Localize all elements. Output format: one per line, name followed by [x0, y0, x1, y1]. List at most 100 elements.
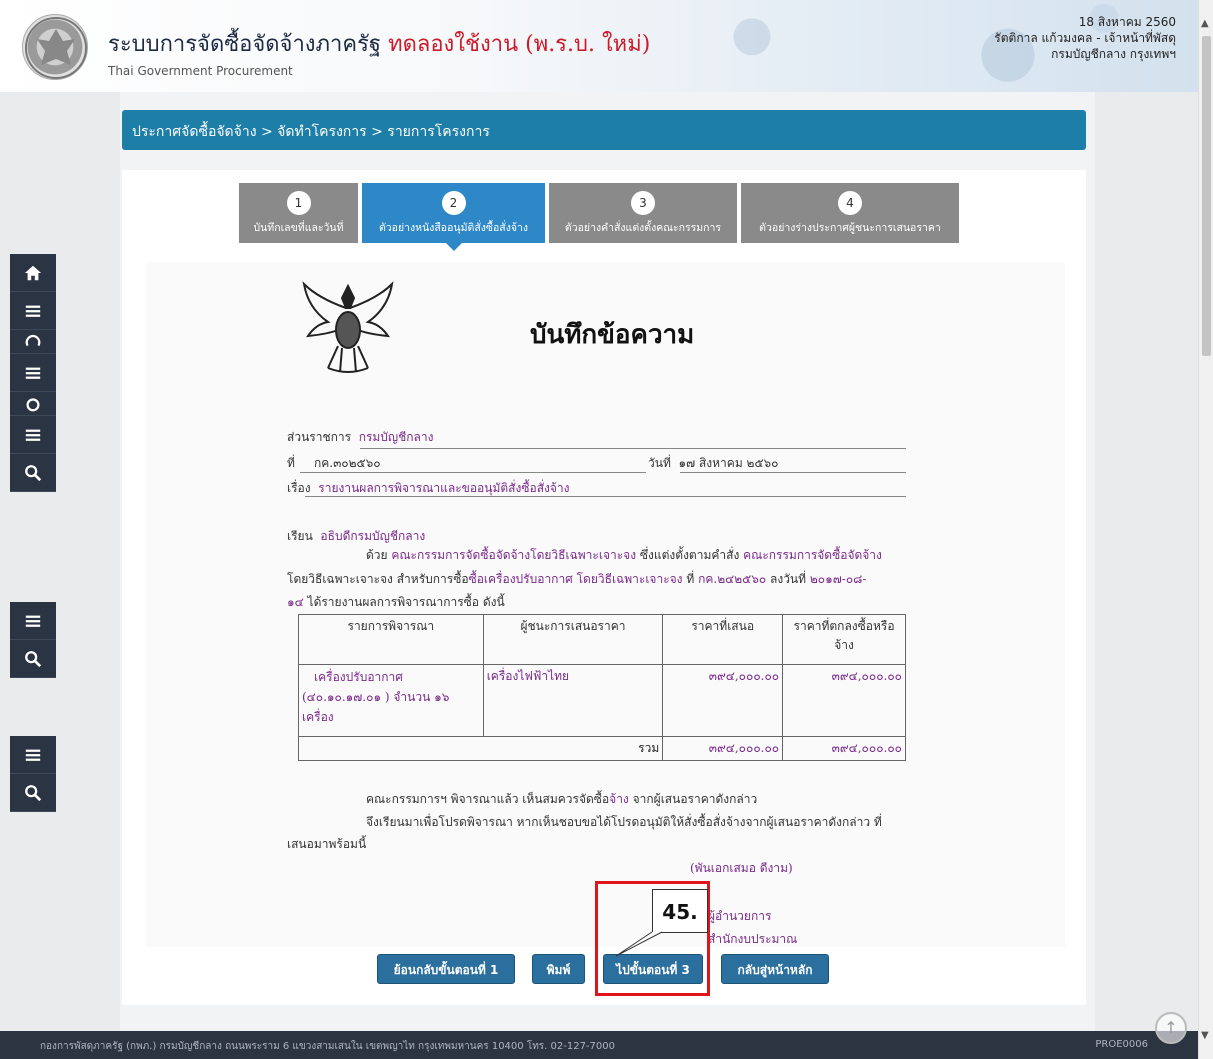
- body-text: โดยวิธีเฉพาะเจาะจง สำหรับการซื้อ: [287, 572, 469, 586]
- date-field: วันที่ ๑๗ สิงหาคม ๒๕๖๐: [648, 454, 778, 473]
- underline: [680, 472, 906, 473]
- scroll-to-top-icon[interactable]: ↑: [1155, 1012, 1187, 1044]
- menu-icon[interactable]: [10, 292, 56, 330]
- body-value: กค.๒๔๒๕๖๐: [698, 572, 767, 586]
- scroll-down-icon[interactable]: ▼: [1201, 1030, 1209, 1041]
- number-value: กค.๓๐๒๕๖๐: [314, 456, 381, 470]
- table-header-row: รายการพิจารณา ผู้ชนะการเสนอราคา ราคาที่เ…: [298, 614, 906, 665]
- underline: [305, 496, 906, 497]
- table-header: ราคาที่เสนอ: [662, 614, 784, 665]
- to-value: อธิบดีกรมบัญชีกลาง: [320, 529, 426, 543]
- print-button[interactable]: พิมพ์: [532, 954, 585, 984]
- left-dock-group-2: [10, 602, 56, 678]
- body-text: ด้วย: [366, 548, 388, 562]
- table-cell-agreed: ๓๙๔,๐๐๐.๐๐: [782, 664, 906, 737]
- body-text: ซึ่งแต่งตั้งตามคำสั่ง: [639, 548, 740, 562]
- step-tab-2[interactable]: 2 ตัวอย่างหนังสืออนุมัติสั่งซื้อสั่งจ้าง: [362, 183, 545, 251]
- body-text: ที่: [686, 572, 695, 586]
- number-label: ที่: [287, 456, 295, 470]
- search-icon[interactable]: [10, 774, 56, 812]
- underline: [360, 448, 906, 449]
- page-footer: กองการพัสดุภาครัฐ (กพภ.) กรมบัญชีกลาง ถน…: [0, 1031, 1198, 1059]
- circle-icon[interactable]: [10, 392, 56, 416]
- signer-position-value: ผู้อำนวยการ: [708, 909, 772, 923]
- body-value: คณะกรรมการจัดซื้อจัดจ้าง: [743, 548, 882, 562]
- table-header: ราคาที่ตกลงซื้อหรือจ้าง: [782, 614, 906, 665]
- table-total-agreed: ๓๙๔,๐๐๐.๐๐: [782, 736, 906, 761]
- menu-icon[interactable]: [10, 736, 56, 774]
- menu-icon[interactable]: [10, 416, 56, 454]
- breadcrumb-text[interactable]: ประกาศจัดซื้อจัดจ้าง > จัดทำโครงการ > รา…: [132, 124, 490, 140]
- step-number: 1: [286, 191, 311, 215]
- conclusion-line-3: เสนอมาพร้อมนี้: [287, 837, 367, 851]
- conclusion-text: คณะกรรมการฯ พิจารณาแล้ว เห็นสมควรจัดซื้อ: [366, 792, 610, 806]
- garuda-seal-icon: [302, 281, 394, 373]
- search-icon[interactable]: [10, 454, 56, 492]
- page-code: PROE0006: [1095, 1039, 1148, 1050]
- home-icon[interactable]: [10, 254, 56, 292]
- step-number: 2: [441, 191, 466, 215]
- step-label: ตัวอย่างคำสั่งแต่งตั้งคณะกรรมการ: [564, 222, 722, 234]
- page-scrollbar[interactable]: ▲ ▼: [1198, 0, 1213, 1059]
- number-field: ที่ กค.๓๐๒๕๖๐: [287, 454, 381, 473]
- site-title: ระบบการจัดซื้อจัดจ้างภาครัฐ ทดลองใช้งาน …: [108, 26, 650, 61]
- dept-value: กรมบัญชีกลาง: [358, 430, 434, 444]
- conclusion-line-1: คณะกรรมการฯ พิจารณาแล้ว เห็นสมควรจัดซื้อ…: [366, 789, 926, 809]
- garuda-logo: [22, 14, 88, 80]
- table-total-row: รวม ๓๙๔,๐๐๐.๐๐ ๓๙๔,๐๐๐.๐๐: [297, 736, 906, 761]
- back-step-1-button[interactable]: ย้อนกลับขั้นตอนที่ 1: [377, 954, 515, 984]
- body-text: ลงวันที่: [769, 572, 807, 586]
- signer-position-value: สำนักงบประมาณ: [708, 932, 798, 946]
- signer-position-1: ผู้อำนวยการ: [708, 906, 771, 926]
- breadcrumb: ประกาศจัดซื้อจัดจ้าง > จัดทำโครงการ > รา…: [122, 110, 1086, 150]
- search-icon[interactable]: [10, 640, 56, 678]
- body-value: ๒๐๑๗-๐๘-: [809, 572, 867, 586]
- scrollbar-thumb[interactable]: [1202, 36, 1211, 356]
- item-line: เครื่องปรับอากาศ: [314, 670, 403, 684]
- date-label: วันที่: [648, 456, 671, 470]
- underline: [300, 472, 646, 473]
- site-title-trial: ทดลองใช้งาน (พ.ร.บ. ใหม่): [388, 32, 651, 57]
- annotation-label: 45.: [652, 889, 708, 933]
- items-table: รายการพิจารณา ผู้ชนะการเสนอราคา ราคาที่เ…: [297, 614, 906, 761]
- footer-address: กองการพัสดุภาครัฐ (กพภ.) กรมบัญชีกลาง ถน…: [40, 1041, 615, 1052]
- table-cell-winner: เครื่องไฟฟ้าไทย: [482, 664, 664, 737]
- garuda-emblem-icon: [25, 17, 87, 79]
- body-line-1: ด้วย คณะกรรมการจัดซื้อจัดจ้างโดยวิธีเฉพา…: [366, 545, 926, 565]
- table-total-offer: ๓๙๔,๐๐๐.๐๐: [662, 736, 784, 761]
- step-tabs: 1 บันทึกเลขที่และวันที่ 2 ตัวอย่างหนังสื…: [239, 183, 959, 251]
- app-header: ระบบการจัดซื้อจัดจ้างภาครัฐ ทดลองใช้งาน …: [0, 0, 1200, 92]
- table-header: ผู้ชนะการเสนอราคา: [482, 614, 664, 665]
- home-button[interactable]: กลับสู่หน้าหลัก: [721, 954, 829, 984]
- user-name[interactable]: รัตติกาล แก้วมงคล - เจ้าหน้าที่พัสดุ: [994, 30, 1176, 46]
- scroll-up-icon[interactable]: ▲: [1201, 18, 1209, 29]
- step-tab-1[interactable]: 1 บันทึกเลขที่และวันที่: [239, 183, 358, 243]
- step-number: 4: [838, 191, 862, 215]
- menu-icon[interactable]: [10, 354, 56, 392]
- body-text: ได้รายงานผลการพิจารณาการซื้อ ดังนี้: [307, 595, 505, 609]
- item-line: (๔๐.๑๐.๑๗.๐๑ ) จำนวน ๑๖: [302, 690, 450, 704]
- table-header: รายการพิจารณา: [298, 614, 484, 665]
- body-value: คณะกรรมการจัดซื้อจัดจ้างโดยวิธีเฉพาะเจาะ…: [391, 548, 637, 562]
- site-title-main: ระบบการจัดซื้อจัดจ้างภาครัฐ: [108, 32, 382, 57]
- step-label: ตัวอย่างร่างประกาศผู้ชนะการเสนอราคา: [759, 222, 941, 234]
- body-value: ซื้อเครื่องปรับอากาศ โดยวิธีเฉพาะเจาะจง: [468, 572, 683, 586]
- step-tab-3[interactable]: 3 ตัวอย่างคำสั่งแต่งตั้งคณะกรรมการ: [549, 183, 737, 243]
- table-cell-item: เครื่องปรับอากาศ (๔๐.๑๐.๑๗.๐๑ ) จำนวน ๑๖…: [298, 664, 484, 737]
- subject-label: เรื่อง: [287, 481, 311, 495]
- conclusion-value: จ้าง: [609, 792, 629, 806]
- to-label: เรียน: [287, 529, 313, 543]
- menu-icon[interactable]: [10, 602, 56, 640]
- document-title: บันทึกข้อความ: [530, 320, 695, 350]
- step-tab-4[interactable]: 4 ตัวอย่างร่างประกาศผู้ชนะการเสนอราคา: [741, 183, 959, 243]
- user-info: 18 สิงหาคม 2560 รัตติกาล แก้วมงคล - เจ้า…: [994, 14, 1176, 62]
- refresh-icon[interactable]: [10, 330, 56, 354]
- subject-value: รายงานผลการพิจารณาและขออนุมัติสั่งซื้อสั…: [318, 481, 570, 495]
- annotation-pointer-icon: [615, 931, 663, 957]
- table-total-label: รวม: [297, 736, 664, 761]
- site-subtitle: Thai Government Procurement: [108, 64, 293, 78]
- step-number: 3: [631, 191, 655, 215]
- table-cell-offer: ๓๙๔,๐๐๐.๐๐: [662, 664, 784, 737]
- signer-name: (พันเอกเสมอ ดีงาม): [690, 858, 793, 878]
- step-label: บันทึกเลขที่และวันที่: [253, 222, 344, 234]
